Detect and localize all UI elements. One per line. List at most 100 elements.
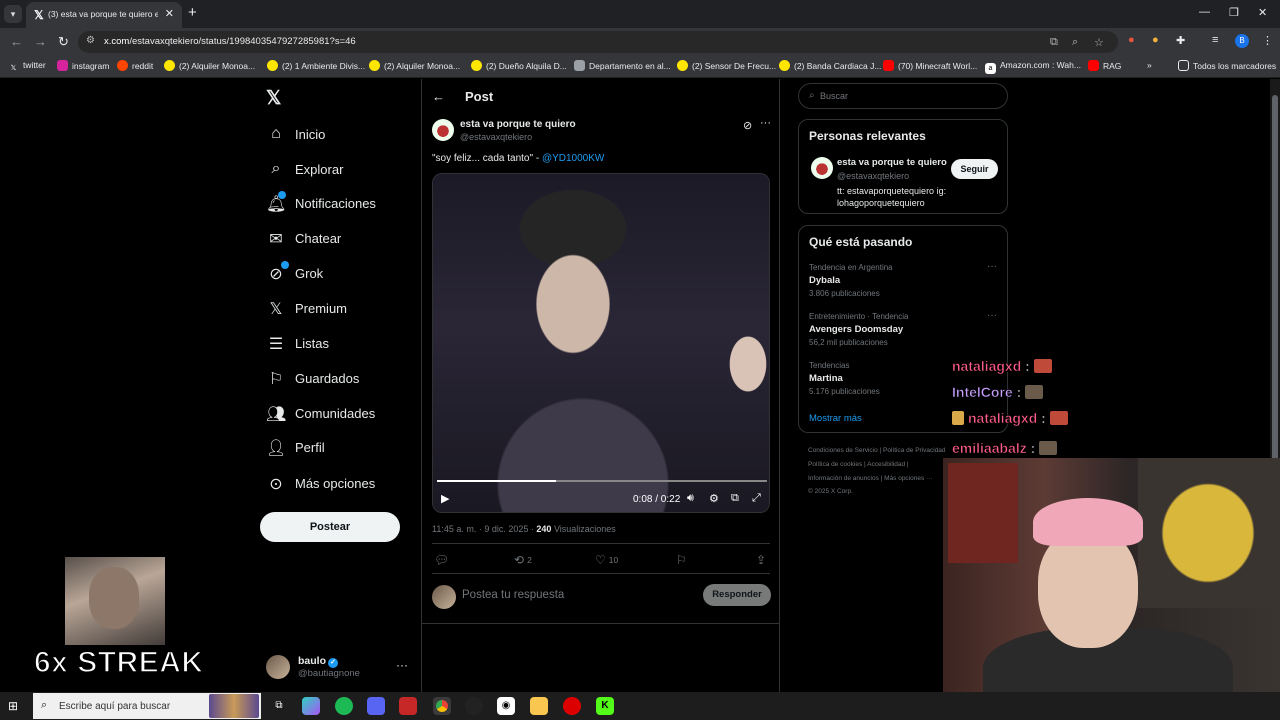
- bookmark-item[interactable]: (2) Alquiler Monoa...: [164, 60, 255, 71]
- app-icon[interactable]: [399, 697, 417, 715]
- settings-gear-icon[interactable]: ⚙: [709, 492, 719, 505]
- zoom-icon[interactable]: ⌕: [1072, 36, 1078, 49]
- reload-button[interactable]: ↻: [58, 34, 69, 50]
- address-bar: ← → ↻ ⚙ x.com/estavaxqtekiero/status/199…: [0, 28, 1280, 56]
- mention-link[interactable]: @YD1000KW: [542, 153, 604, 164]
- reply-icon[interactable]: 💬︎: [434, 553, 449, 567]
- like-button[interactable]: ♡ 10: [595, 553, 618, 567]
- trend-item[interactable]: Tendencia en Argentina Dybala 3.806 public…: [809, 263, 893, 298]
- bookmark-item[interactable]: (2) Dueño Alquila D...: [471, 60, 567, 71]
- bookmark-item[interactable]: (2) Alquiler Monoa...: [369, 60, 460, 71]
- browser-menu-icon[interactable]: ⋮: [1262, 34, 1273, 47]
- play-icon[interactable]: ▶: [441, 492, 449, 505]
- maximize-button[interactable]: ❐: [1229, 6, 1239, 19]
- video-player[interactable]: ▶ 0:08 / 0:22 🔊︎ ⚙ ⧉ ⤢: [432, 173, 770, 513]
- file-explorer-icon[interactable]: [530, 697, 548, 715]
- spotify-icon[interactable]: [335, 697, 353, 715]
- account-switcher[interactable]: baulo ✓ @bautiagnone ···: [266, 654, 416, 682]
- bookmark-item[interactable]: (2) Sensor De Frecu...: [677, 60, 776, 71]
- app-icon[interactable]: ◉: [497, 697, 515, 715]
- url-field[interactable]: ⚙ x.com/estavaxqtekiero/status/199840354…: [78, 31, 1118, 53]
- extension-color-icon[interactable]: ●: [1152, 34, 1159, 46]
- relevant-bio: tt: estavaporquetequiero ig: lohagoporqu…: [837, 186, 947, 208]
- opera-icon[interactable]: [563, 697, 581, 715]
- browser-tab-bar: ▾ 𝕏 (3) esta va porque te quiero en X ✕ …: [0, 0, 1280, 28]
- share-icon[interactable]: ⇪: [756, 553, 766, 567]
- bookmark-item[interactable]: (2) 1 Ambiente Divis...: [267, 60, 365, 71]
- forward-button[interactable]: →: [34, 34, 47, 49]
- back-arrow-icon[interactable]: ←: [432, 89, 445, 104]
- avatar: [432, 585, 456, 609]
- minimize-button[interactable]: —: [1199, 6, 1210, 18]
- footer-links[interactable]: Información de anuncios | Más opciones ·…: [808, 475, 933, 482]
- copilot-icon[interactable]: [302, 697, 320, 715]
- author-name[interactable]: esta va porque te quiero: [460, 119, 576, 130]
- install-app-icon[interactable]: ⧉: [1050, 36, 1058, 49]
- trending-card: Qué está pasando Tendencia en Argentina D…: [798, 225, 1008, 433]
- more-dots-icon[interactable]: ···: [760, 117, 771, 129]
- browser-tab[interactable]: 𝕏 (3) esta va porque te quiero en X ✕: [26, 2, 182, 28]
- bookmark-star-icon[interactable]: ☆: [1094, 36, 1104, 49]
- reply-input[interactable]: Postea tu respuesta: [462, 589, 564, 601]
- x-home-logo-icon[interactable]: 𝕏: [266, 87, 281, 110]
- chat-message: nataliagxd :: [952, 410, 1068, 426]
- more-dots-icon[interactable]: ···: [987, 261, 997, 272]
- divider: [422, 623, 779, 624]
- card-title: Qué está pasando: [809, 235, 913, 249]
- bookmark-icon[interactable]: ⚐: [676, 553, 687, 567]
- bookmark-item[interactable]: Departamento en al...: [574, 60, 671, 71]
- post-button[interactable]: Postear: [260, 512, 400, 542]
- chrome-icon[interactable]: [433, 697, 451, 715]
- close-window-button[interactable]: ✕: [1258, 6, 1267, 19]
- discord-icon[interactable]: [367, 697, 385, 715]
- search-input[interactable]: ⌕ Buscar: [798, 83, 1008, 109]
- author-handle[interactable]: @estavaxqtekiero: [460, 132, 532, 142]
- tab-search-button[interactable]: ▾: [4, 5, 22, 23]
- bookmark-item[interactable]: 𝕏twitter: [8, 60, 46, 74]
- all-bookmarks-folder[interactable]: Todos los marcadores: [1178, 60, 1276, 71]
- bookmark-item[interactable]: RAG: [1088, 60, 1121, 71]
- taskbar-search-input[interactable]: ⌕ Escribe aquí para buscar: [33, 693, 261, 719]
- page-title: Post: [465, 89, 494, 104]
- task-view-icon[interactable]: ⧉: [270, 697, 288, 715]
- bookmark-item[interactable]: instagram: [57, 60, 109, 71]
- more-dots-icon[interactable]: ···: [396, 658, 408, 672]
- profile-avatar[interactable]: B: [1235, 34, 1249, 48]
- trend-item[interactable]: Entretenimiento · Tendencia Avengers Doom…: [809, 312, 908, 347]
- reply-button[interactable]: Responder: [703, 584, 771, 606]
- extensions-puzzle-icon[interactable]: ✚: [1176, 34, 1185, 47]
- obs-icon[interactable]: [465, 697, 483, 715]
- bookmark-item[interactable]: a Amazon.com : Wah...: [985, 60, 1081, 74]
- footer-links[interactable]: Política de cookies | Accesibilidad |: [808, 461, 909, 468]
- volume-icon[interactable]: 🔊︎: [687, 492, 694, 505]
- bookmark-item[interactable]: (2) Banda Cardiaca J...: [779, 60, 881, 71]
- trend-item[interactable]: Tendencias Martina 5.176 publicaciones: [809, 361, 880, 396]
- windows-start-icon[interactable]: ⊞: [8, 699, 18, 713]
- footer-links[interactable]: Condiciones de Servicio | Política de Pr…: [808, 447, 946, 454]
- x-logo-icon: 𝕏: [10, 65, 17, 72]
- video-progress-bar[interactable]: [437, 480, 767, 482]
- close-tab-icon[interactable]: ✕: [165, 7, 174, 20]
- relevant-name[interactable]: esta va porque te quiero: [837, 157, 947, 168]
- back-button[interactable]: ←: [10, 34, 23, 49]
- webcam-face: [89, 567, 139, 629]
- site-info-icon[interactable]: ⚙: [86, 35, 95, 46]
- avatar: [266, 655, 290, 679]
- bookmarks-overflow-icon[interactable]: »: [1147, 60, 1152, 70]
- picture-in-picture-icon[interactable]: ⧉: [731, 492, 739, 505]
- fullscreen-icon[interactable]: ⤢: [752, 492, 761, 505]
- kick-icon[interactable]: K: [596, 697, 614, 715]
- more-dots-icon[interactable]: ···: [987, 310, 997, 321]
- follow-button[interactable]: Seguir: [951, 159, 998, 179]
- new-tab-button[interactable]: +: [188, 4, 197, 21]
- reading-list-icon[interactable]: ≡: [1212, 34, 1218, 46]
- show-more-link[interactable]: Mostrar más: [809, 413, 862, 424]
- mercadolibre-icon: [677, 60, 688, 71]
- author-avatar[interactable]: [432, 119, 454, 141]
- avatar[interactable]: [811, 157, 833, 179]
- grok-explain-icon[interactable]: ⊘: [743, 119, 752, 132]
- bookmark-item[interactable]: (70) Minecraft Worl...: [883, 60, 977, 71]
- repost-button[interactable]: ⟲ 2: [514, 553, 532, 567]
- extension-fox-icon[interactable]: ●: [1128, 34, 1135, 46]
- bookmark-item[interactable]: reddit: [117, 60, 153, 71]
